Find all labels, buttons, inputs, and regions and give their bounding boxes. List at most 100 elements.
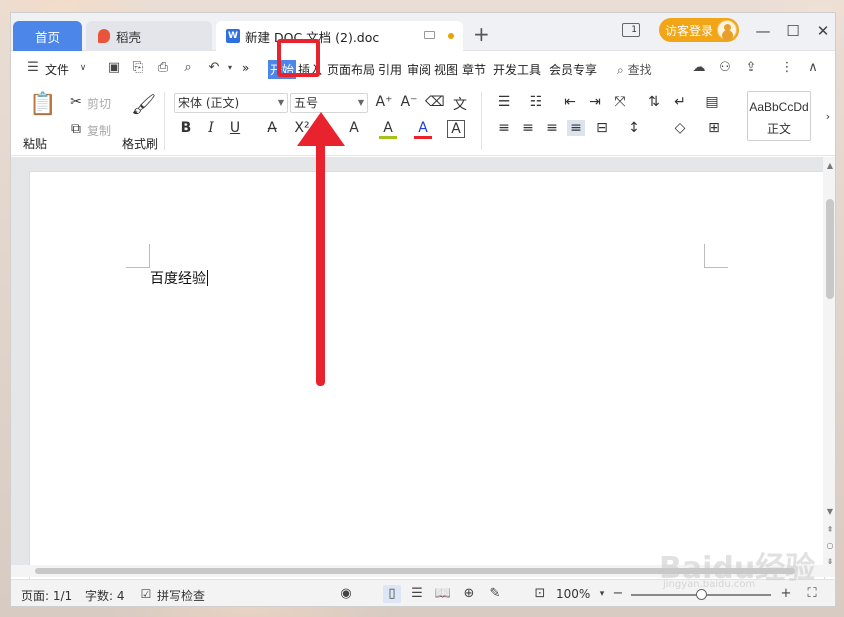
show-marks-icon[interactable]: ↵	[671, 94, 689, 110]
zoom-in-icon[interactable]: +	[777, 585, 795, 603]
zoom-out-icon[interactable]: −	[609, 585, 627, 603]
copy-button[interactable]: 复制	[87, 122, 111, 139]
undo-icon[interactable]: ↶	[206, 60, 222, 76]
increase-font-size-icon[interactable]: A⁺	[375, 94, 393, 110]
tab-references[interactable]: 引用	[378, 61, 402, 78]
font-size-select[interactable]: 五号 ▼	[290, 93, 368, 113]
underline-button[interactable]: U	[226, 120, 244, 136]
shading-icon[interactable]: ◇	[671, 120, 689, 136]
tab-view[interactable]: 视图	[434, 61, 458, 78]
increase-indent-icon[interactable]: ⇥	[586, 94, 604, 110]
numbering-icon[interactable]: ☷	[527, 94, 545, 110]
scroll-up-icon[interactable]: ▲	[825, 161, 835, 170]
maximize-icon[interactable]: ☐	[784, 22, 802, 40]
document-canvas: 百度经验	[11, 157, 825, 591]
outline-view-icon[interactable]: ☰	[408, 585, 426, 603]
print-preview-icon[interactable]: ⌕	[180, 60, 196, 76]
character-border-icon[interactable]: A	[447, 120, 465, 138]
table-of-contents-icon[interactable]: ▤	[703, 94, 721, 110]
style-normal[interactable]: AaBbCcDd 正文	[747, 91, 811, 141]
line-spacing-icon[interactable]: ↕	[625, 120, 643, 136]
spellcheck-checkbox-icon[interactable]: ☑	[137, 585, 155, 603]
fit-page-icon[interactable]: ⊡	[531, 585, 549, 603]
phonetic-guide-icon[interactable]: 文	[451, 94, 469, 114]
window-layout-icon[interactable]: 1	[622, 23, 640, 37]
scroll-down-icon[interactable]: ▼	[825, 507, 835, 516]
cloud-sync-icon[interactable]: ☁	[691, 60, 707, 76]
new-tab-button[interactable]: +	[473, 23, 490, 45]
select-browse-object-icon[interactable]: ○	[825, 541, 835, 550]
page-view-icon[interactable]: ▯	[383, 585, 401, 603]
web-layout-icon[interactable]: ⊕	[460, 585, 478, 603]
font-name-select[interactable]: 宋体 (正文) ▼	[174, 93, 288, 113]
font-color-button[interactable]: A	[414, 120, 432, 139]
chevron-down-icon[interactable]: ∨	[75, 60, 91, 76]
paste-icon[interactable]: 📋	[29, 92, 56, 117]
italic-button[interactable]: I	[202, 120, 220, 136]
title-bar: 首页 稻壳 W 新建 DOC 文档 (2).doc + 1 访客登录 — ☐ ✕	[11, 13, 835, 51]
tab-page-layout[interactable]: 页面布局	[327, 61, 375, 78]
more-commands-icon[interactable]: »	[242, 61, 249, 75]
tab-review[interactable]: 审阅	[407, 61, 431, 78]
strikethrough-icon[interactable]: A̶	[263, 120, 281, 136]
word-count[interactable]: 字数: 4	[85, 587, 125, 604]
collapse-ribbon-icon[interactable]: ∧	[805, 60, 821, 76]
print-icon[interactable]: ⎙	[155, 60, 171, 76]
monitor-icon[interactable]	[424, 31, 435, 39]
share-icon[interactable]: ⇪	[743, 60, 759, 76]
decrease-indent-icon[interactable]: ⇤	[561, 94, 579, 110]
decrease-font-size-icon[interactable]: A⁻	[400, 94, 418, 110]
export-pdf-icon[interactable]: ⎘	[130, 60, 146, 76]
format-painter-button[interactable]: 格式刷	[122, 135, 158, 152]
paste-button[interactable]: 粘贴	[23, 135, 47, 152]
highlight-color-button[interactable]: A	[379, 120, 397, 139]
zoom-level[interactable]: 100%	[556, 587, 590, 601]
tab-developer-tools[interactable]: 开发工具	[493, 61, 541, 78]
vertical-scroll-thumb[interactable]	[826, 199, 834, 299]
menu-file[interactable]: 文件	[45, 61, 69, 78]
hamburger-menu-icon[interactable]: ☰	[25, 60, 41, 76]
align-center-icon[interactable]: ≡	[519, 120, 537, 136]
zoom-slider-handle[interactable]	[696, 589, 707, 600]
previous-page-icon[interactable]: ⇞	[825, 525, 835, 534]
chinese-layout-icon[interactable]: ⤧	[611, 94, 629, 110]
tab-member-exclusive[interactable]: 会员专享	[549, 61, 597, 78]
undo-dropdown-icon[interactable]: ▾	[222, 60, 238, 76]
save-icon[interactable]: ▣	[106, 60, 122, 76]
close-icon[interactable]: ✕	[814, 22, 832, 40]
align-justify-icon[interactable]: ≡	[567, 120, 585, 136]
cut-button[interactable]: 剪切	[87, 95, 111, 112]
ribbon-scroll-right-icon[interactable]: ›	[821, 110, 835, 123]
next-page-icon[interactable]: ⇟	[825, 557, 835, 566]
tab-document[interactable]: W 新建 DOC 文档 (2).doc	[216, 21, 463, 51]
writing-mode-icon[interactable]: ✎	[486, 585, 504, 603]
more-options-icon[interactable]: ⋮	[779, 60, 795, 76]
document-page[interactable]: 百度经验	[29, 171, 825, 591]
align-left-icon[interactable]: ≡	[495, 120, 513, 136]
document-body-text[interactable]: 百度经验	[150, 268, 208, 288]
minimize-icon[interactable]: —	[754, 22, 772, 40]
spellcheck-button[interactable]: 拼写检查	[157, 587, 205, 604]
collaborate-icon[interactable]: ⚇	[717, 60, 733, 76]
vertical-scrollbar[interactable]: ▲ ▼ ⇞ ○ ⇟	[823, 157, 835, 577]
borders-icon[interactable]: ⊞	[705, 120, 723, 136]
tab-chapter[interactable]: 章节	[462, 61, 486, 78]
page-count[interactable]: 页面: 1/1	[21, 587, 72, 604]
bullets-icon[interactable]: ☰	[495, 94, 513, 110]
ribbon-toolbar: 📋 粘贴 ✂ 剪切 ⧉ 复制 🖌 格式刷 宋体 (正文) ▼ 五号 ▼ A⁺ A…	[11, 86, 835, 156]
tab-daoke[interactable]: 稻壳	[86, 21, 212, 51]
clear-format-icon[interactable]: ⌫	[425, 94, 445, 110]
page-margin-corner-top-right	[704, 244, 728, 268]
text-effect-icon[interactable]: A	[345, 120, 363, 136]
format-painter-icon[interactable]: 🖌	[131, 92, 156, 116]
tab-home[interactable]: 首页	[13, 21, 82, 51]
reading-mode-icon[interactable]: 📖	[434, 585, 452, 603]
guest-login-button[interactable]: 访客登录	[659, 18, 739, 42]
bold-button[interactable]: B	[177, 120, 195, 136]
sort-icon[interactable]: ⇅	[645, 94, 663, 110]
fullscreen-icon[interactable]: ⛶	[803, 585, 821, 603]
eye-protection-icon[interactable]: ◉	[337, 585, 355, 603]
search-command[interactable]: ⌕ 查找	[617, 61, 652, 78]
align-right-icon[interactable]: ≡	[543, 120, 561, 136]
distributed-align-icon[interactable]: ⊟	[593, 120, 611, 136]
